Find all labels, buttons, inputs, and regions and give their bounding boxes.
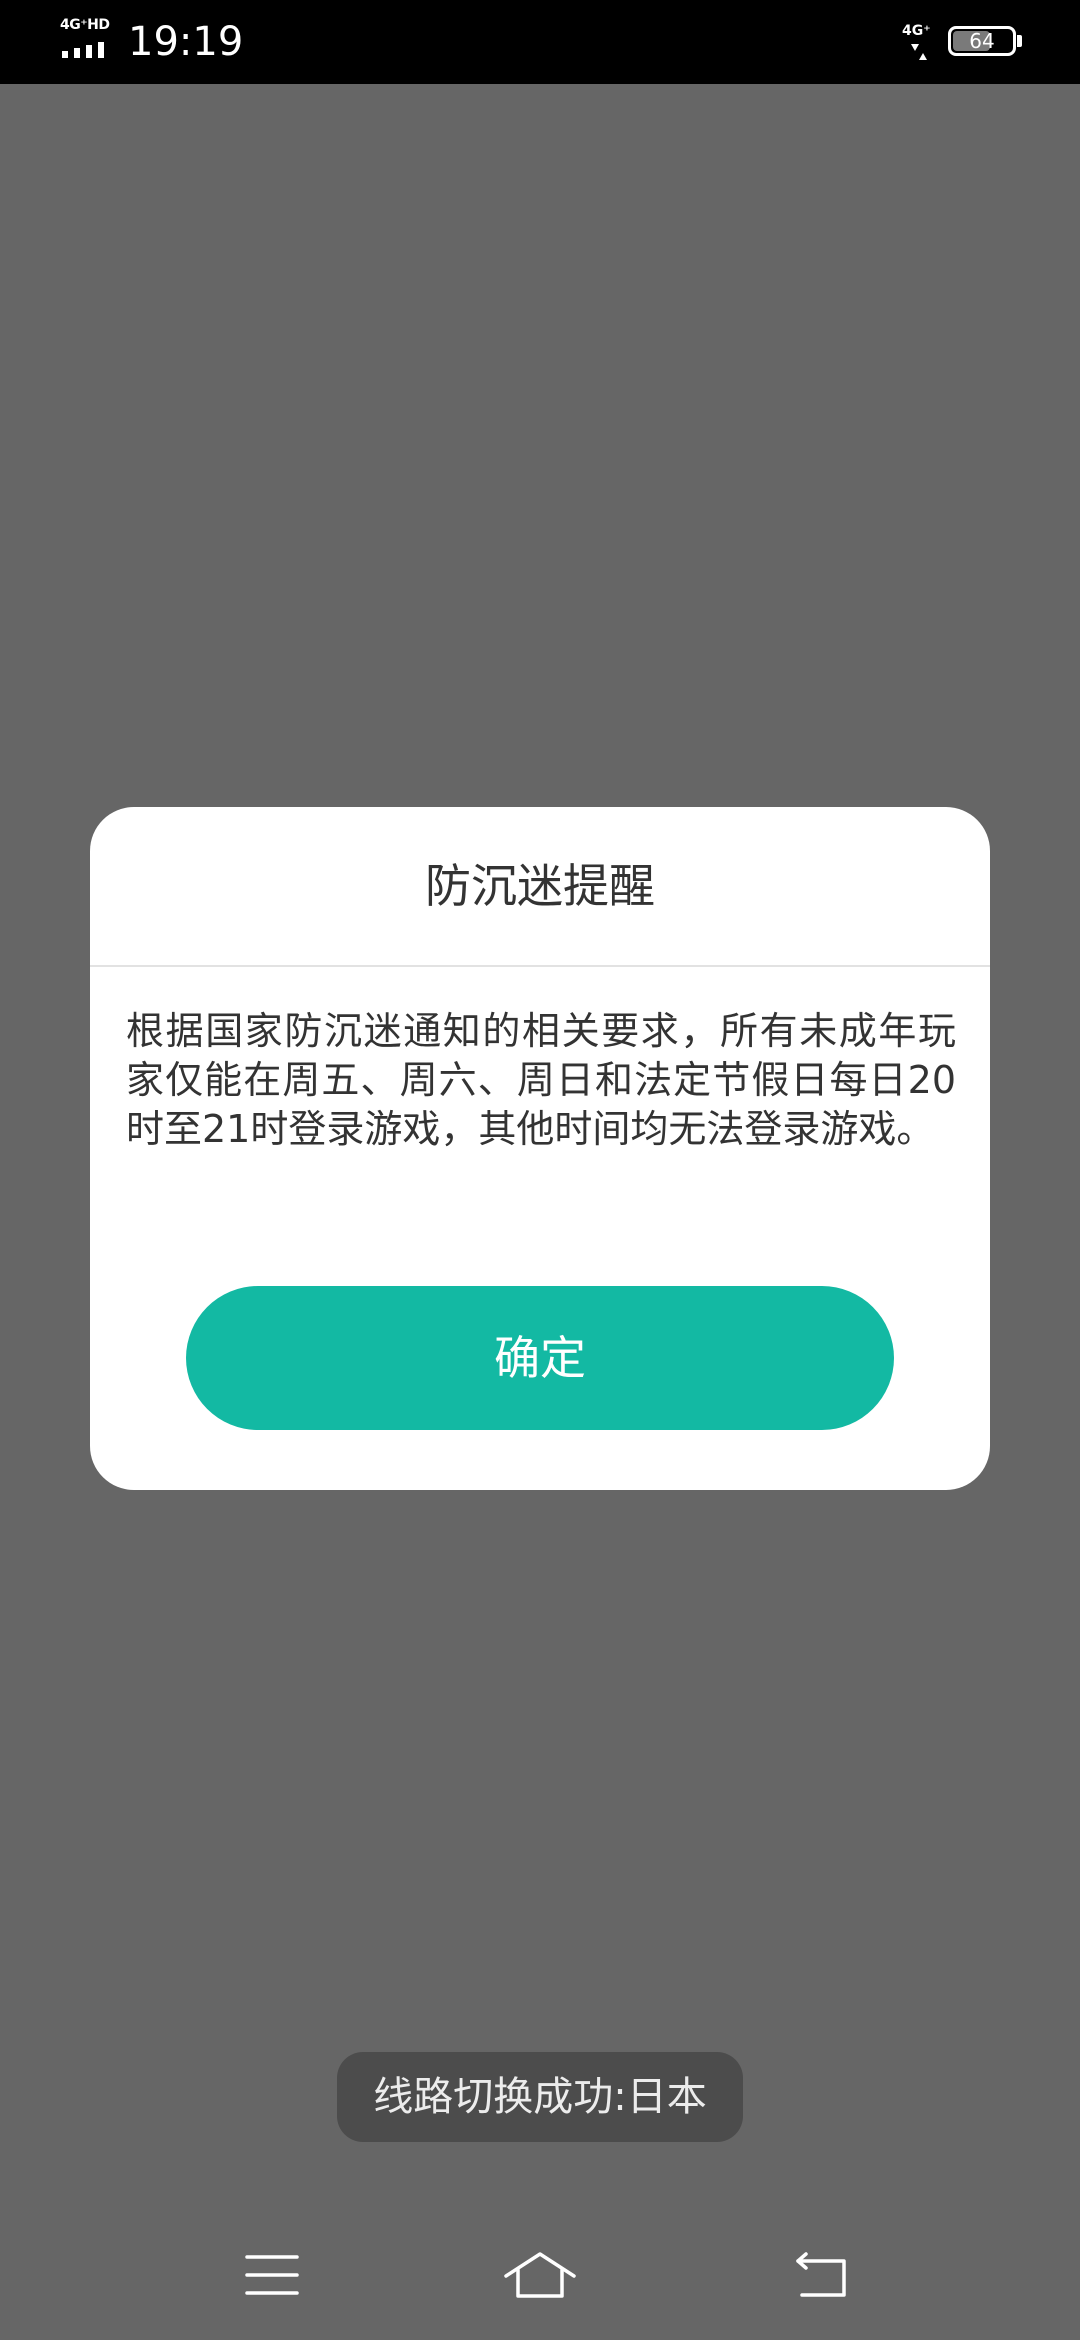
nav-menu-button[interactable]	[222, 2240, 322, 2310]
nav-home-button[interactable]	[490, 2240, 590, 2310]
signal-bars-icon	[62, 40, 118, 58]
battery-icon: 64	[948, 26, 1016, 56]
data-network-indicator: 4G⁺	[902, 24, 938, 64]
network-type-label: 4G⁺HD	[60, 17, 110, 33]
dialog-title: 防沉迷提醒	[425, 859, 655, 913]
data-network-label: 4G⁺	[902, 23, 931, 39]
confirm-button[interactable]: 确定	[186, 1286, 894, 1430]
status-bar: 4G⁺HD 19:19 4G⁺ 64	[0, 0, 1080, 84]
dialog-divider	[90, 965, 990, 967]
data-activity-icon	[911, 44, 927, 60]
dialog-message: 根据国家防沉迷通知的相关要求，所有未成年玩家仅能在周五、周六、周日和法定节假日每…	[126, 1009, 956, 1151]
nav-back-button[interactable]	[772, 2240, 872, 2310]
menu-icon	[245, 2255, 299, 2295]
status-time: 19:19	[128, 19, 244, 65]
toast-message: 线路切换成功:日本	[337, 2052, 743, 2142]
back-icon	[796, 2252, 846, 2297]
cellular-signal: 4G⁺HD	[60, 18, 118, 62]
battery-percent: 64	[969, 29, 995, 53]
anti-addiction-dialog: 防沉迷提醒 根据国家防沉迷通知的相关要求，所有未成年玩家仅能在周五、周六、周日和…	[90, 807, 990, 1490]
home-icon	[504, 2252, 576, 2298]
battery-tip	[1017, 35, 1022, 47]
